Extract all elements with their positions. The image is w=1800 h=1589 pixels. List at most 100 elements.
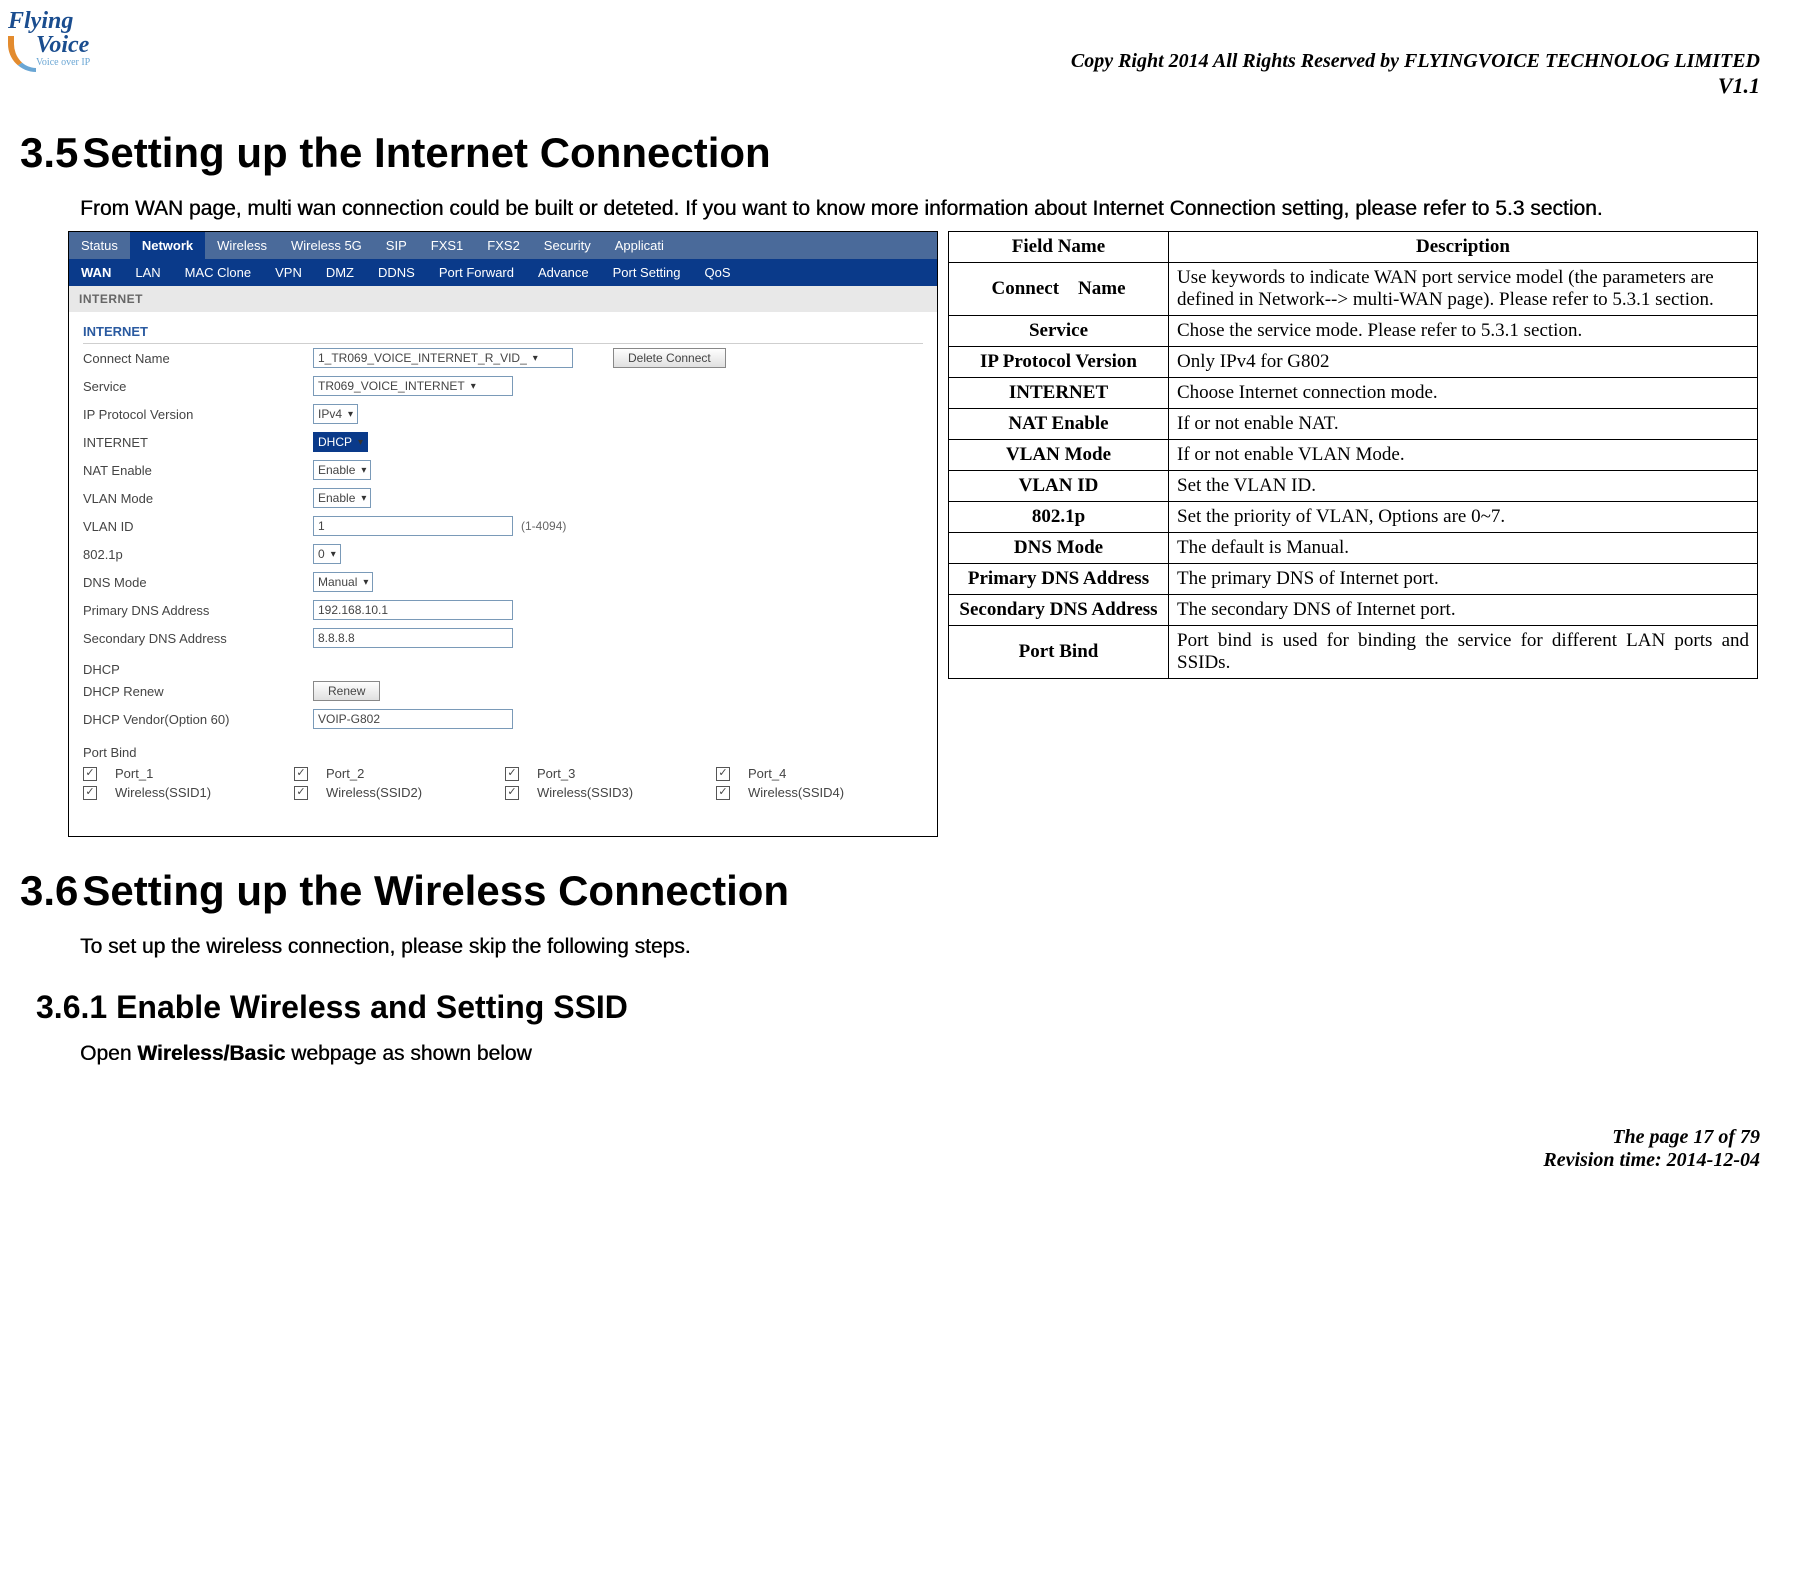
description-cell: Use keywords to indicate WAN port servic… — [1169, 263, 1758, 316]
tab-advance[interactable]: Advance — [526, 259, 601, 286]
description-cell: If or not enable VLAN Mode. — [1169, 440, 1758, 471]
dns-mode-label: DNS Mode — [83, 575, 313, 590]
field-name-cell: VLAN Mode — [949, 440, 1169, 471]
8021p-select[interactable]: 0 — [313, 544, 341, 564]
dns-mode-select[interactable]: Manual — [313, 572, 373, 592]
table-row: Connect NameUse keywords to indicate WAN… — [949, 263, 1758, 316]
desc-header-description: Description — [1169, 232, 1758, 263]
tab-ddns[interactable]: DDNS — [366, 259, 427, 286]
field-name-cell: IP Protocol Version — [949, 347, 1169, 378]
section-3-6-title: Setting up the Wireless Connection — [82, 867, 789, 914]
secondary-tabs: WANLANMAC CloneVPNDMZDDNSPort ForwardAdv… — [69, 259, 937, 286]
description-cell: Choose Internet connection mode. — [1169, 378, 1758, 409]
field-name-cell: INTERNET — [949, 378, 1169, 409]
ip-protocol-select[interactable]: IPv4 — [313, 404, 358, 424]
section-3-6-1-heading: 3.6.1 Enable Wireless and Setting SSID — [36, 989, 1760, 1026]
portbind-label: Wireless(SSID3) — [537, 785, 712, 800]
description-cell: Port bind is used for binding the servic… — [1169, 626, 1758, 679]
service-label: Service — [83, 379, 313, 394]
service-select[interactable]: TR069_VOICE_INTERNET — [313, 376, 513, 396]
page-footer: The page 17 of 79 Revision time: 2014-12… — [20, 1126, 1760, 1172]
portbind-label: Wireless(SSID2) — [326, 785, 501, 800]
portbind-checkbox[interactable]: ✓ — [716, 786, 730, 800]
secondary-dns-label: Secondary DNS Address — [83, 631, 313, 646]
tab-wireless-5g[interactable]: Wireless 5G — [279, 232, 374, 259]
nat-enable-label: NAT Enable — [83, 463, 313, 478]
version-text: V1.1 — [20, 73, 1760, 99]
tab-dmz[interactable]: DMZ — [314, 259, 366, 286]
secondary-dns-input[interactable]: 8.8.8.8 — [313, 628, 513, 648]
tab-lan[interactable]: LAN — [123, 259, 172, 286]
table-row: NAT EnableIf or not enable NAT. — [949, 409, 1758, 440]
section-3-6-heading: 3.6Setting up the Wireless Connection — [20, 867, 1760, 915]
internet-band: INTERNET — [69, 286, 937, 312]
dhcp-subtitle: DHCP — [83, 662, 923, 677]
desc-header-field: Field Name — [949, 232, 1169, 263]
description-cell: The primary DNS of Internet port. — [1169, 564, 1758, 595]
tab-wan[interactable]: WAN — [69, 259, 123, 286]
table-row: Primary DNS AddressThe primary DNS of In… — [949, 564, 1758, 595]
table-row: IP Protocol VersionOnly IPv4 for G802 — [949, 347, 1758, 378]
tab-sip[interactable]: SIP — [374, 232, 419, 259]
vlan-mode-label: VLAN Mode — [83, 491, 313, 506]
ip-protocol-label: IP Protocol Version — [83, 407, 313, 422]
logo-text-top: Flying — [8, 8, 128, 35]
tab-mac-clone[interactable]: MAC Clone — [173, 259, 263, 286]
tab-wireless[interactable]: Wireless — [205, 232, 279, 259]
portbind-checkbox[interactable]: ✓ — [294, 767, 308, 781]
page-number: The page 17 of 79 — [20, 1126, 1760, 1149]
tab-network[interactable]: Network — [130, 232, 205, 259]
section-3-5-number: 3.5 — [20, 129, 78, 176]
field-name-cell: Port Bind — [949, 626, 1169, 679]
portbind-checkbox[interactable]: ✓ — [716, 767, 730, 781]
tab-port-setting[interactable]: Port Setting — [601, 259, 693, 286]
header-right: Copy Right 2014 All Rights Reserved by F… — [20, 20, 1760, 99]
table-row: VLAN IDSet the VLAN ID. — [949, 471, 1758, 502]
vlan-mode-select[interactable]: Enable — [313, 488, 371, 508]
connect-name-select[interactable]: 1_TR069_VOICE_INTERNET_R_VID_ — [313, 348, 573, 368]
internet-label: INTERNET — [83, 435, 313, 450]
logo-text-bottom: Voice — [36, 35, 128, 57]
tab-security[interactable]: Security — [532, 232, 603, 259]
internet-mode-select[interactable]: DHCP — [313, 432, 368, 452]
internet-panel-title: INTERNET — [83, 318, 923, 344]
field-name-cell: NAT Enable — [949, 409, 1169, 440]
portbind-checkbox[interactable]: ✓ — [505, 767, 519, 781]
tab-status[interactable]: Status — [69, 232, 130, 259]
tab-qos[interactable]: QoS — [693, 259, 743, 286]
portbind-checkbox[interactable]: ✓ — [83, 767, 97, 781]
delete-connect-button[interactable]: Delete Connect — [613, 348, 726, 368]
logo-subtext: Voice over IP — [36, 57, 128, 68]
tab-applicati[interactable]: Applicati — [603, 232, 676, 259]
field-name-cell: DNS Mode — [949, 533, 1169, 564]
description-cell: Only IPv4 for G802 — [1169, 347, 1758, 378]
field-description-table: Field Name Description Connect NameUse k… — [948, 231, 1758, 679]
wan-screenshot: StatusNetworkWirelessWireless 5GSIPFXS1F… — [68, 231, 938, 837]
field-name-cell: Connect Name — [949, 263, 1169, 316]
portbind-checkbox[interactable]: ✓ — [83, 786, 97, 800]
vlan-id-input[interactable]: 1 — [313, 516, 513, 536]
description-cell: Chose the service mode. Please refer to … — [1169, 316, 1758, 347]
primary-dns-label: Primary DNS Address — [83, 603, 313, 618]
field-name-cell: 802.1p — [949, 502, 1169, 533]
vlan-id-range-note: (1-4094) — [521, 519, 566, 533]
portbind-label: Port_2 — [326, 766, 501, 781]
tab-fxs2[interactable]: FXS2 — [475, 232, 532, 259]
tab-fxs1[interactable]: FXS1 — [419, 232, 476, 259]
description-cell: The secondary DNS of Internet port. — [1169, 595, 1758, 626]
table-row: 802.1pSet the priority of VLAN, Options … — [949, 502, 1758, 533]
tab-port-forward[interactable]: Port Forward — [427, 259, 526, 286]
portbind-checkbox[interactable]: ✓ — [294, 786, 308, 800]
dhcp-renew-button[interactable]: Renew — [313, 681, 380, 701]
section-3-6-intro: To set up the wireless connection, pleas… — [80, 935, 1760, 959]
dhcp-vendor-input[interactable]: VOIP-G802 — [313, 709, 513, 729]
primary-dns-input[interactable]: 192.168.10.1 — [313, 600, 513, 620]
vlan-id-label: VLAN ID — [83, 519, 313, 534]
nat-enable-select[interactable]: Enable — [313, 460, 371, 480]
portbind-checkbox[interactable]: ✓ — [505, 786, 519, 800]
revision-time: Revision time: 2014-12-04 — [20, 1149, 1760, 1172]
tab-vpn[interactable]: VPN — [263, 259, 314, 286]
primary-tabs: StatusNetworkWirelessWireless 5GSIPFXS1F… — [69, 232, 937, 259]
table-row: ServiceChose the service mode. Please re… — [949, 316, 1758, 347]
portbind-label: Port_4 — [748, 766, 923, 781]
